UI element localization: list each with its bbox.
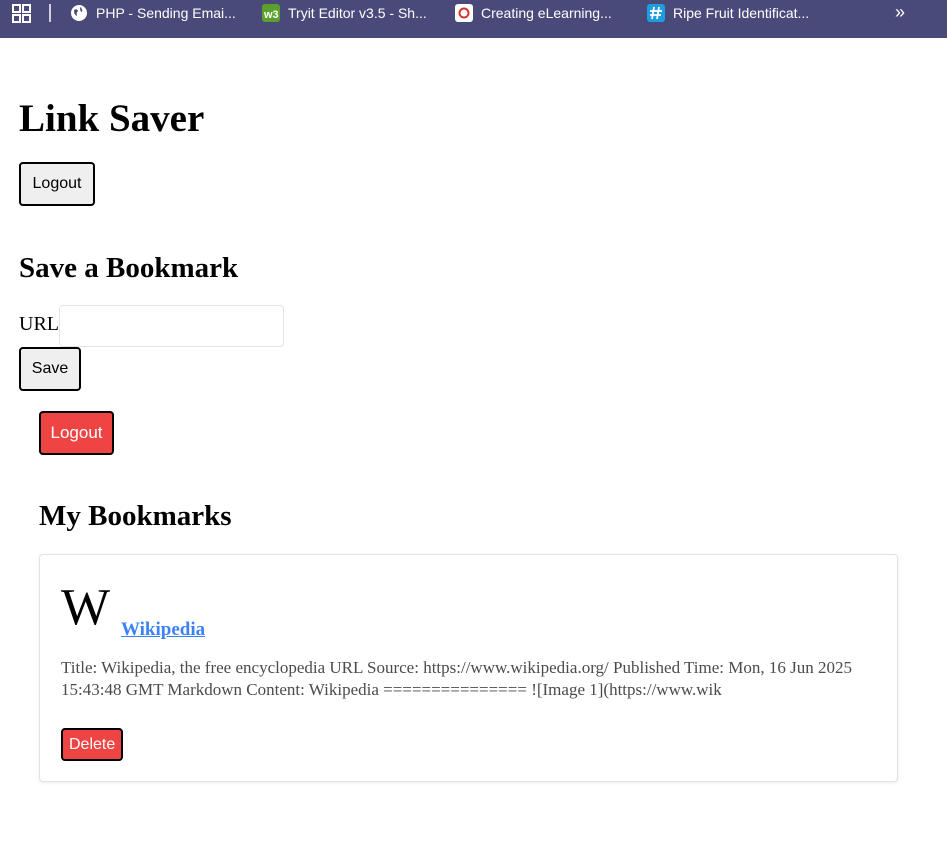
svg-text:w3: w3 bbox=[263, 9, 279, 21]
bookmark-item-elearning[interactable]: Creating eLearning... bbox=[455, 3, 612, 23]
my-bookmarks-heading: My Bookmarks bbox=[39, 500, 232, 532]
bookmark-card: W Wikipedia Title: Wikipedia, the free e… bbox=[39, 554, 898, 782]
bookmark-label: Tryit Editor v3.5 - Sh... bbox=[288, 5, 427, 21]
bookmark-label: PHP - Sending Emai... bbox=[96, 5, 236, 21]
url-input[interactable] bbox=[59, 305, 284, 347]
bookmark-item-ripe-fruit[interactable]: Ripe Fruit Identificat... bbox=[647, 3, 809, 23]
page-title: Link Saver bbox=[19, 97, 205, 140]
wikipedia-logo-icon: W bbox=[61, 579, 111, 636]
bookmarks-divider bbox=[49, 4, 51, 22]
save-bookmark-heading: Save a Bookmark bbox=[19, 252, 239, 284]
delete-button[interactable]: Delete bbox=[61, 728, 123, 761]
bookmark-label: Ripe Fruit Identificat... bbox=[673, 5, 810, 21]
globe-icon bbox=[71, 5, 87, 21]
bookmark-item-tryit[interactable]: w3 Tryit Editor v3.5 - Sh... bbox=[262, 3, 427, 23]
w3schools-icon: w3 bbox=[262, 4, 280, 22]
url-label: URL bbox=[19, 313, 59, 335]
logout-button[interactable]: Logout bbox=[19, 162, 95, 206]
double-chevron-right-icon[interactable]: » bbox=[895, 2, 905, 23]
logout-button-red[interactable]: Logout bbox=[39, 411, 114, 455]
elearning-icon bbox=[455, 4, 473, 22]
bookmark-label: Creating eLearning... bbox=[481, 5, 612, 21]
bookmark-title-link[interactable]: Wikipedia bbox=[121, 619, 205, 641]
apps-grid-icon[interactable] bbox=[12, 4, 32, 24]
save-button[interactable]: Save bbox=[19, 347, 81, 391]
bookmark-item-php[interactable]: PHP - Sending Emai... bbox=[70, 3, 236, 23]
hash-icon bbox=[647, 4, 665, 22]
bookmark-description: Title: Wikipedia, the free encyclopedia … bbox=[61, 658, 853, 699]
bookmarks-bar: PHP - Sending Emai... w3 Tryit Editor v3… bbox=[0, 0, 947, 38]
